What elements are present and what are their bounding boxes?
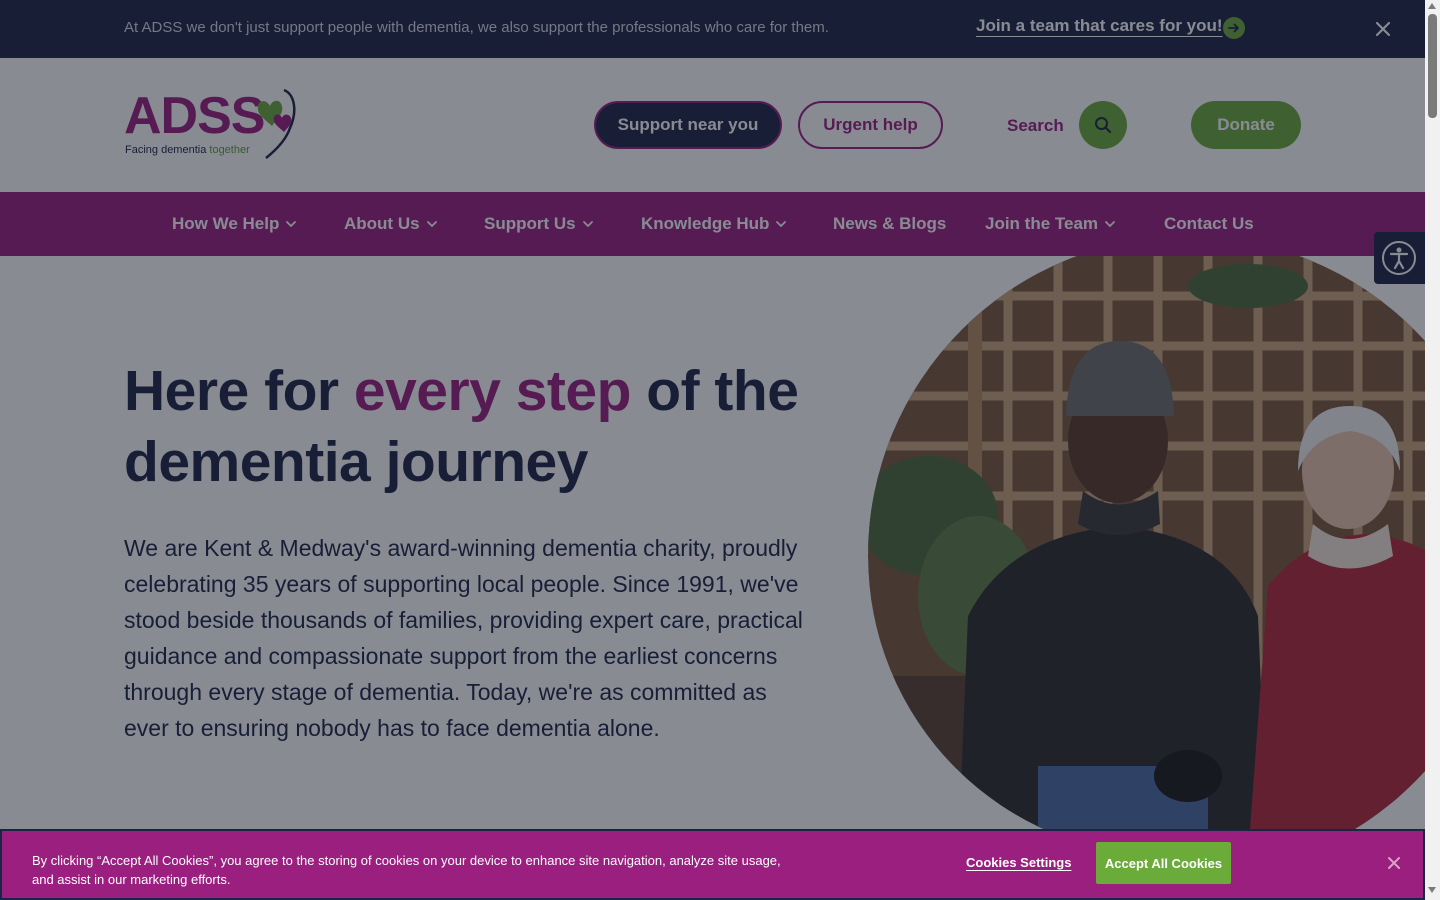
cookie-message: By clicking “Accept All Cookies”, you ag… (32, 853, 781, 887)
scrollbar-thumb[interactable] (1428, 14, 1437, 118)
scroll-down-arrow-icon[interactable] (1428, 887, 1436, 893)
page-overlay (0, 0, 1425, 900)
cookie-banner: By clicking “Accept All Cookies”, you ag… (0, 829, 1425, 900)
page: At ADSS we don't just support people wit… (0, 0, 1425, 900)
accept-all-cookies-button[interactable]: Accept All Cookies (1096, 842, 1231, 884)
close-icon[interactable] (1386, 855, 1402, 871)
scrollbar[interactable] (1425, 0, 1440, 900)
scroll-up-arrow-icon[interactable] (1428, 3, 1436, 9)
cookies-settings-button[interactable]: Cookies Settings (966, 855, 1071, 870)
